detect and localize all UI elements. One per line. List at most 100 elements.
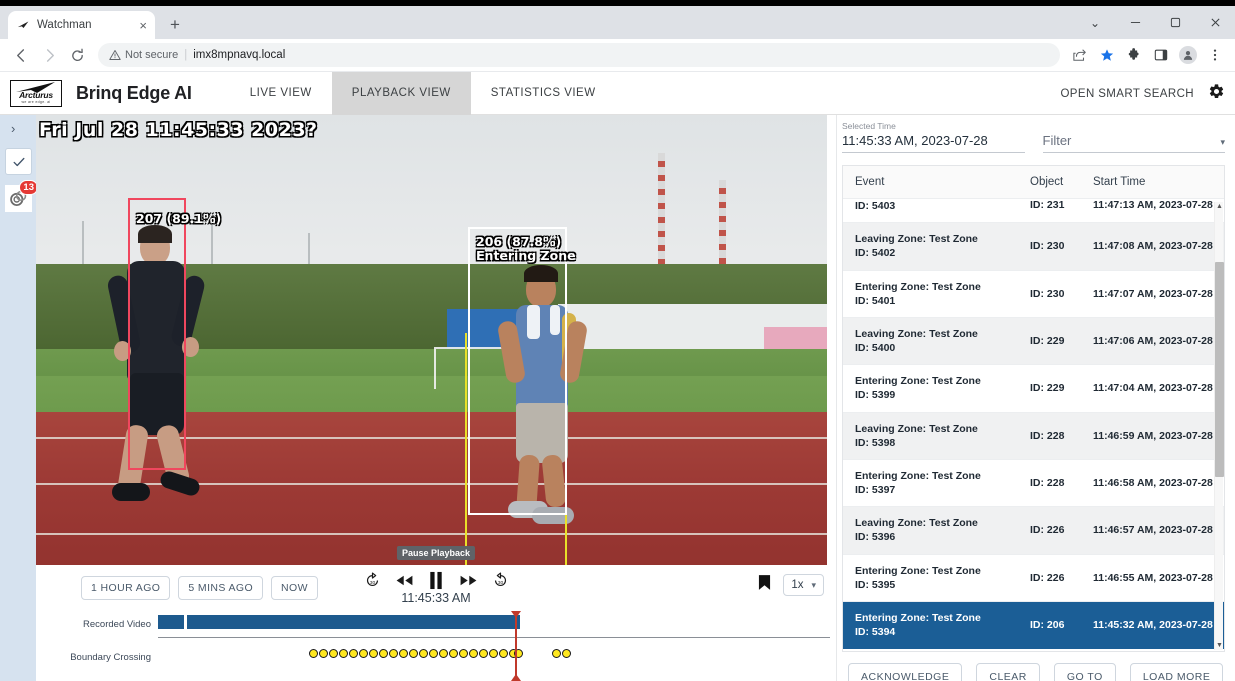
browser-menu-icon[interactable]	[1203, 43, 1227, 67]
selected-time-input[interactable]: 11:45:33 AM, 2023-07-28	[842, 133, 1025, 153]
event-name-line: Leaving Zone: Test Zone	[855, 517, 978, 530]
extensions-puzzle-icon[interactable]	[1122, 43, 1146, 67]
event-name-line: Entering Zone: Test Zone	[855, 564, 981, 577]
now-button[interactable]: NOW	[271, 576, 318, 600]
events-table-header: Event Object Start Time	[843, 166, 1224, 199]
tab-statistics-view[interactable]: STATISTICS VIEW	[471, 72, 616, 115]
timeline-playhead[interactable]	[515, 613, 517, 681]
maximize-window-button[interactable]	[1155, 6, 1195, 39]
app-brand-title: Brinq Edge AI	[76, 82, 192, 103]
table-row[interactable]: Entering Zone: Test Zone ID: 5401 ID: 23…	[843, 271, 1224, 318]
table-row[interactable]: Entering Zone: Test Zone ID: 5397 ID: 22…	[843, 460, 1224, 508]
share-icon[interactable]	[1068, 43, 1092, 67]
event-cell: Entering Zone: Test Zone ID: 5401	[855, 280, 1030, 308]
playback-speed-selector[interactable]: 1x ▾	[783, 574, 824, 596]
one-hour-ago-button[interactable]: 1 HOUR AGO	[81, 576, 171, 600]
five-mins-ago-button[interactable]: 5 MINS AGO	[178, 576, 264, 600]
load-more-button[interactable]: LOAD MORE	[1129, 663, 1224, 681]
acknowledge-button[interactable]: ACKNOWLEDGE	[848, 663, 963, 681]
event-cell: Leaving Zone: Test Zone ID: 5402	[855, 232, 1030, 260]
close-tab-icon[interactable]: ×	[139, 19, 147, 32]
address-bar[interactable]: Not secure | imx8mpnavq.local	[98, 43, 1060, 67]
table-row[interactable]: Entering Zone: Test Zone ID: 5399 ID: 22…	[843, 365, 1224, 413]
main-nav-tabs: LIVE VIEW PLAYBACK VIEW STATISTICS VIEW	[230, 71, 616, 115]
event-cell: Leaving Zone: Test Zone ID: 5400	[855, 327, 1030, 355]
rewind-icon[interactable]	[394, 570, 414, 590]
bookmark-star-icon[interactable]	[1095, 43, 1119, 67]
app-header: Arcturus we are edge. ai Brinq Edge AI L…	[0, 71, 1235, 115]
event-id-line: ID: 5402	[855, 247, 896, 260]
table-row[interactable]: Leaving Zone: Test Zone ID: 5400 ID: 229…	[843, 317, 1224, 366]
close-window-button[interactable]	[1195, 6, 1235, 39]
start-time-cell: 11:47:04 AM, 2023-07-28	[1093, 382, 1213, 395]
event-id-line: ID: 5397	[855, 484, 896, 497]
events-scrollbar[interactable]: ▲ ▼	[1214, 202, 1224, 650]
forward-30-icon[interactable]: 30	[490, 570, 510, 590]
go-to-button[interactable]: GO TO	[1053, 663, 1116, 681]
window-controls: ⌄	[1075, 6, 1235, 39]
scroll-down-arrow-icon[interactable]: ▼	[1215, 641, 1224, 650]
tab-live-view[interactable]: LIVE VIEW	[230, 72, 332, 115]
timeline-separator	[158, 637, 830, 638]
events-table-body[interactable]: ID: 5403 ID: 231 11:47:13 AM, 2023-07-28…	[843, 199, 1224, 651]
start-time-cell: 11:46:58 AM, 2023-07-28	[1093, 477, 1213, 490]
gear-icon[interactable]	[1208, 83, 1225, 105]
replay-30-icon[interactable]: 30	[362, 570, 382, 590]
event-name-line: Entering Zone: Test Zone	[855, 280, 981, 293]
object-cell: ID: 206	[1030, 619, 1065, 632]
scroll-thumb[interactable]	[1215, 262, 1224, 477]
check-icon-button[interactable]	[5, 148, 32, 175]
bookmark-icon[interactable]	[758, 574, 771, 596]
table-row[interactable]: Entering Zone: Test Zone ID: 5395 ID: 22…	[843, 555, 1224, 602]
site-favicon-icon	[16, 18, 30, 32]
table-row[interactable]: Leaving Zone: Test Zone ID: 5396 ID: 226…	[843, 507, 1224, 555]
current-playback-time: 11:45:33 AM	[401, 591, 471, 605]
events-actions: ACKNOWLEDGE CLEAR GO TO LOAD MORE	[842, 652, 1225, 681]
reload-button[interactable]	[64, 42, 90, 68]
not-secure-indicator[interactable]: Not secure	[109, 49, 178, 61]
open-smart-search-button[interactable]: OPEN SMART SEARCH	[1060, 88, 1194, 100]
url-text: imx8mpnavq.local	[193, 49, 286, 61]
playback-speed-value: 1x	[791, 579, 804, 591]
fast-forward-icon[interactable]	[458, 570, 478, 590]
detection-label-206-subtext: Entering Zone	[476, 248, 576, 264]
minimize-window-button[interactable]	[1115, 6, 1155, 39]
event-name-line: Leaving Zone: Test Zone	[855, 422, 978, 435]
recorded-video-segment-2	[187, 615, 520, 629]
pause-icon[interactable]	[426, 570, 446, 590]
browser-tab-watchman[interactable]: Watchman ×	[8, 11, 155, 39]
camera-list-button[interactable]: 13	[5, 180, 38, 212]
video-chimney-1	[658, 153, 665, 268]
timeline[interactable]: Recorded Video Boundary Crossing	[36, 611, 836, 681]
event-id-line: ID: 5400	[855, 342, 896, 355]
scroll-up-arrow-icon[interactable]: ▲	[1215, 202, 1224, 211]
clear-button[interactable]: CLEAR	[976, 663, 1040, 681]
video-player[interactable]: 207 (89.1%) 206 (87.8%) Entering Zone Fr…	[36, 115, 827, 565]
start-time-cell: 11:47:08 AM, 2023-07-28	[1093, 240, 1213, 253]
event-cell: ID: 5403	[855, 199, 1030, 213]
video-chimney-2	[719, 180, 726, 272]
profile-avatar[interactable]	[1176, 43, 1200, 67]
table-row-selected[interactable]: Entering Zone: Test Zone ID: 5394 ID: 20…	[843, 601, 1224, 650]
arcturus-logo: Arcturus we are edge. ai	[10, 79, 62, 107]
logo-arrow-icon	[16, 81, 55, 93]
svg-text:30: 30	[369, 580, 375, 586]
new-tab-button[interactable]: +	[161, 11, 189, 39]
tab-playback-view[interactable]: PLAYBACK VIEW	[331, 71, 471, 115]
omnibar-icons	[1068, 43, 1227, 67]
table-row[interactable]: Leaving Zone: Test Zone ID: 5402 ID: 230…	[843, 223, 1224, 271]
table-row[interactable]: Leaving Zone: Test Zone ID: 5398 ID: 228…	[843, 412, 1224, 460]
video-timestamp-overlay: Fri Jul 28 11:45:33 2023?	[39, 119, 318, 141]
filter-select[interactable]: Filter ▾	[1042, 133, 1225, 153]
forward-button[interactable]	[36, 42, 62, 68]
tab-search-chevron-icon[interactable]: ⌄	[1075, 6, 1115, 39]
sidepanel-icon[interactable]	[1149, 43, 1173, 67]
table-row[interactable]: ID: 5403 ID: 231 11:47:13 AM, 2023-07-28	[843, 199, 1224, 224]
filter-placeholder-text: Filter	[1042, 133, 1072, 148]
start-time-cell: 11:47:07 AM, 2023-07-28	[1093, 287, 1213, 300]
chevron-down-icon: ▾	[811, 579, 816, 590]
timeline-track-area[interactable]	[158, 611, 830, 681]
detection-label-207: 207 (89.1%)	[136, 211, 221, 226]
expand-sidebar-chevron-icon[interactable]: ›	[11, 121, 15, 136]
back-button[interactable]	[8, 42, 34, 68]
